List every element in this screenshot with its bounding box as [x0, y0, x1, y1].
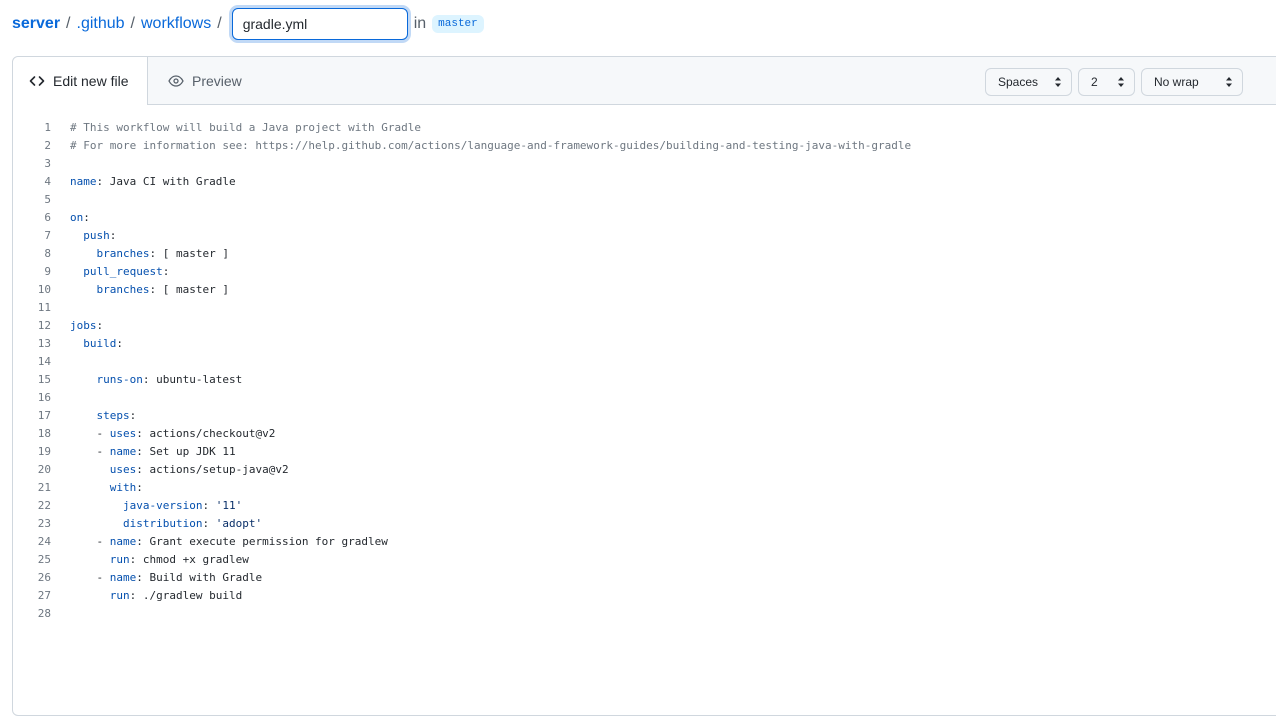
file-editor: Edit new file Preview Spaces 2 No wrap 1… — [12, 56, 1276, 716]
eye-icon — [168, 74, 184, 87]
breadcrumb-separator: / — [217, 15, 222, 32]
indent-size-value: 2 — [1091, 75, 1098, 89]
select-arrows-icon — [1226, 77, 1232, 87]
branch-badge: master — [432, 15, 484, 33]
wrap-mode-select[interactable]: No wrap — [1141, 68, 1243, 96]
line-text: # This workflow will build a Java projec… — [70, 121, 421, 134]
line-text: build: — [83, 337, 123, 350]
line-text: - name: Set up JDK 11 — [70, 445, 236, 458]
line-number: 28 — [37, 607, 51, 620]
editor-tab-bar: Edit new file Preview Spaces 2 No wrap — [13, 57, 1276, 105]
breadcrumb: server / .github / workflows / in master — [12, 8, 484, 40]
wrap-mode-value: No wrap — [1154, 75, 1199, 89]
line-text: branches: [ master ] — [96, 247, 229, 260]
line-number: 21 — [37, 481, 51, 494]
line-number: 4 — [44, 175, 51, 188]
line-text: # For more information see: https://help… — [70, 139, 912, 152]
line-text: runs-on: ubuntu-latest — [96, 373, 243, 386]
line-text: name: Java CI with Gradle — [70, 175, 236, 188]
line-text: push: — [83, 229, 117, 242]
tab-preview[interactable]: Preview — [168, 57, 242, 104]
tab-edit-label: Edit new file — [53, 73, 129, 89]
filename-input[interactable] — [231, 8, 408, 40]
line-text: distribution: 'adopt' — [122, 517, 263, 530]
line-number: 22 — [37, 499, 51, 512]
breadcrumb-separator: / — [66, 15, 71, 32]
line-number: 1 — [44, 121, 51, 134]
line-number: 18 — [37, 427, 51, 440]
line-text: steps: — [96, 409, 137, 422]
indent-mode-value: Spaces — [998, 75, 1039, 89]
line-text: uses: actions/setup-java@v2 — [109, 463, 289, 476]
breadcrumb-github-link[interactable]: .github — [77, 15, 125, 33]
line-text: run: ./gradlew build — [109, 589, 243, 602]
line-number: 17 — [37, 409, 51, 422]
line-text: - name: Build with Gradle — [70, 571, 263, 584]
breadcrumb-workflows-link[interactable]: workflows — [141, 15, 211, 33]
indent-size-select[interactable]: 2 — [1078, 68, 1135, 96]
line-number: 26 — [37, 571, 51, 584]
line-number: 11 — [37, 301, 51, 314]
line-text: - uses: actions/checkout@v2 — [70, 427, 276, 440]
line-number: 8 — [44, 247, 51, 260]
line-number: 14 — [37, 355, 51, 368]
breadcrumb-repo-link[interactable]: server — [12, 15, 60, 33]
line-number: 12 — [37, 319, 51, 332]
breadcrumb-separator: / — [130, 15, 135, 32]
line-number: 9 — [44, 265, 51, 278]
line-number: 13 — [37, 337, 51, 350]
line-text: java-version: '11' — [122, 499, 243, 512]
select-arrows-icon — [1055, 77, 1061, 87]
line-text: run: chmod +x gradlew — [109, 553, 249, 566]
line-text: - name: Grant execute permission for gra… — [70, 535, 388, 548]
line-text: branches: [ master ] — [96, 283, 229, 296]
select-arrows-icon — [1118, 77, 1124, 87]
tab-edit-new-file[interactable]: Edit new file — [13, 57, 148, 105]
line-number: 6 — [44, 211, 51, 224]
line-number: 24 — [37, 535, 51, 548]
line-number: 27 — [37, 589, 51, 602]
line-number: 20 — [37, 463, 51, 476]
line-number: 23 — [37, 517, 51, 530]
line-number: 16 — [37, 391, 51, 404]
in-label: in — [413, 15, 427, 32]
line-text: with: — [109, 481, 143, 494]
code-icon — [29, 76, 45, 86]
line-number: 2 — [44, 139, 51, 152]
line-number: 7 — [44, 229, 51, 242]
line-text: pull_request: — [83, 265, 170, 278]
line-text: on: — [70, 211, 90, 224]
line-number: 15 — [37, 373, 51, 386]
line-number: 25 — [37, 553, 51, 566]
indent-mode-select[interactable]: Spaces — [985, 68, 1072, 96]
tab-preview-label: Preview — [192, 72, 242, 89]
line-text: jobs: — [70, 319, 104, 332]
line-number: 5 — [44, 193, 51, 206]
line-number: 10 — [37, 283, 51, 296]
line-number: 3 — [44, 157, 51, 170]
line-number: 19 — [37, 445, 51, 458]
